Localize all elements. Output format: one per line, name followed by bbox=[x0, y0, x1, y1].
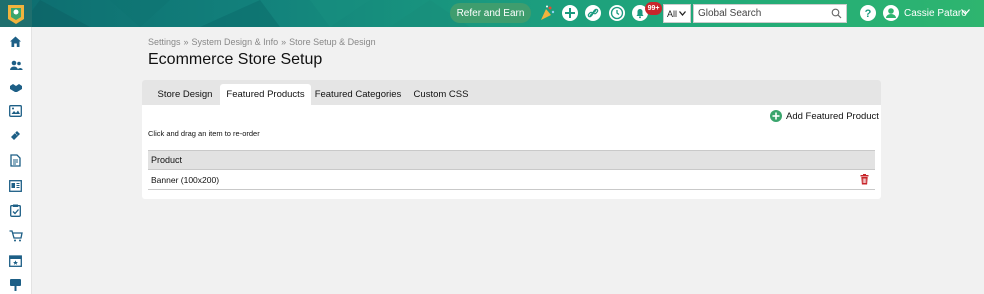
breadcrumb-separator: » bbox=[183, 37, 189, 47]
table-row[interactable]: Banner (100x200) bbox=[148, 170, 875, 190]
refer-and-earn-button[interactable]: Refer and Earn bbox=[450, 3, 531, 23]
reorder-instruction: Click and drag an item to re-order bbox=[148, 129, 260, 138]
user-name[interactable]: Cassie Pataro bbox=[904, 8, 967, 19]
table-header-product: Product bbox=[148, 150, 875, 170]
global-search-placeholder: Global Search bbox=[698, 8, 762, 19]
top-bar: Refer and Earn 99+ All Global Search ? C… bbox=[0, 0, 984, 27]
chevron-down-icon bbox=[679, 11, 687, 16]
checklist-icon[interactable] bbox=[8, 203, 23, 218]
breadcrumb-store-setup[interactable]: Store Setup & Design bbox=[289, 37, 376, 47]
help-icon[interactable]: ? bbox=[858, 3, 878, 23]
plus-circle-icon bbox=[770, 110, 782, 122]
trash-icon[interactable] bbox=[860, 174, 869, 185]
store-setup-panel: Store Design Featured Products Featured … bbox=[142, 80, 881, 199]
cart-icon[interactable] bbox=[8, 228, 23, 243]
ticket-icon[interactable] bbox=[8, 128, 23, 143]
search-icon[interactable] bbox=[831, 8, 842, 19]
people-icon[interactable] bbox=[8, 57, 23, 72]
page-title: Ecommerce Store Setup bbox=[148, 51, 323, 68]
product-name: Banner (100x200) bbox=[151, 174, 220, 185]
tab-bar: Store Design Featured Products Featured … bbox=[142, 80, 881, 105]
user-avatar-icon[interactable] bbox=[881, 3, 901, 23]
breadcrumb-settings[interactable]: Settings bbox=[148, 37, 181, 47]
global-search-input[interactable]: Global Search bbox=[693, 4, 847, 23]
image-icon[interactable] bbox=[8, 103, 23, 118]
search-scope-select[interactable]: All bbox=[663, 4, 691, 23]
add-featured-product-label: Add Featured Product bbox=[786, 110, 879, 122]
breadcrumb-separator: » bbox=[281, 37, 287, 47]
tab-featured-products[interactable]: Featured Products bbox=[220, 84, 311, 105]
tab-store-design[interactable]: Store Design bbox=[150, 84, 220, 105]
featured-products-table: Product Banner (100x200) bbox=[148, 150, 875, 190]
user-menu-chevron-icon[interactable] bbox=[961, 9, 970, 15]
calendar-star-icon[interactable] bbox=[8, 253, 23, 268]
celebrate-icon[interactable] bbox=[537, 3, 557, 23]
document-icon[interactable] bbox=[8, 153, 23, 168]
home-icon[interactable] bbox=[8, 34, 23, 49]
handshake-icon[interactable] bbox=[8, 80, 23, 95]
breadcrumb: Settings» System Design & Info» Store Setu… bbox=[148, 37, 376, 47]
link-icon[interactable] bbox=[583, 3, 603, 23]
svg-text:?: ? bbox=[865, 8, 872, 20]
app-logo[interactable] bbox=[0, 0, 32, 27]
logo-icon bbox=[8, 4, 24, 24]
tab-custom-css[interactable]: Custom CSS bbox=[406, 84, 476, 105]
add-featured-product-button[interactable]: Add Featured Product bbox=[770, 110, 879, 122]
notification-badge: 99+ bbox=[645, 2, 662, 15]
clock-icon[interactable] bbox=[607, 3, 627, 23]
tab-featured-categories[interactable]: Featured Categories bbox=[312, 84, 404, 105]
sign-icon[interactable] bbox=[8, 277, 23, 292]
plus-circle-icon[interactable] bbox=[560, 3, 580, 23]
newsletter-icon[interactable] bbox=[8, 178, 23, 193]
search-scope-value: All bbox=[667, 8, 678, 19]
sidebar bbox=[0, 27, 32, 294]
breadcrumb-system-design[interactable]: System Design & Info bbox=[192, 37, 279, 47]
